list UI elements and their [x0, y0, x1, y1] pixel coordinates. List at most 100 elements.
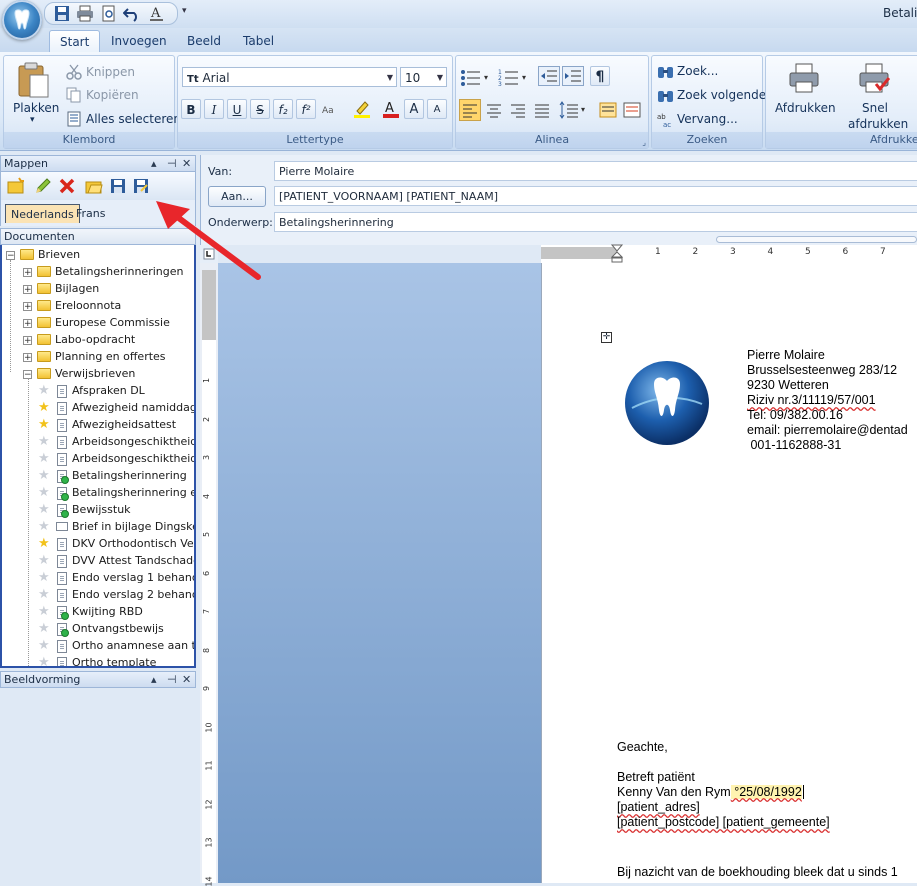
save-icon[interactable]	[53, 5, 71, 22]
select-all-button[interactable]: Alles selecteren	[86, 112, 181, 126]
decrease-indent-icon[interactable]	[538, 66, 560, 86]
favorite-star-icon[interactable]: ★	[38, 588, 50, 602]
find-next-button[interactable]: Zoek volgende	[677, 88, 766, 102]
pin-icon[interactable]: ⊣	[167, 673, 177, 686]
favorite-star-icon[interactable]: ★	[38, 469, 50, 483]
change-case-icon[interactable]: Aa	[322, 101, 340, 117]
grow-font-button[interactable]: A	[404, 99, 424, 119]
favorite-star-icon[interactable]: ★	[38, 384, 50, 398]
favorite-star-icon[interactable]: ★	[38, 486, 50, 500]
tree-document[interactable]: ★ Afwezigheidsattest	[2, 417, 194, 434]
tree-folder[interactable]: − Verwijsbrieven	[2, 366, 194, 383]
tab-frans[interactable]: Frans	[71, 204, 111, 223]
panel-menu-icon[interactable]: ▴	[151, 673, 157, 686]
paste-dropdown-icon[interactable]: ▾	[30, 115, 35, 125]
print-icon[interactable]	[76, 5, 94, 22]
tree-folder[interactable]: + Europese Commissie	[2, 315, 194, 332]
tree-folder[interactable]: + Planning en offertes	[2, 349, 194, 366]
tree-document[interactable]: ★ Betalingsherinnering	[2, 468, 194, 485]
favorite-star-icon[interactable]: ★	[38, 554, 50, 568]
tree-document[interactable]: ★ Afwezigheid namiddag	[2, 400, 194, 417]
favorite-star-icon[interactable]: ★	[38, 656, 50, 667]
numbering-icon[interactable]: 123▾	[498, 68, 530, 86]
font-color-icon[interactable]: A	[148, 5, 166, 22]
favorite-star-icon[interactable]: ★	[38, 537, 50, 551]
quick-print-label-1[interactable]: Snel	[862, 101, 888, 115]
replace-button[interactable]: Vervang...	[677, 112, 738, 126]
tree-document[interactable]: ★ Arbeidsongeschiktheid	[2, 434, 194, 451]
horizontal-scrollbar[interactable]	[716, 236, 917, 243]
tree-folder[interactable]: + Ereloonnota	[2, 298, 194, 315]
tree-folder[interactable]: + Labo-opdracht	[2, 332, 194, 349]
align-left-icon[interactable]	[459, 99, 481, 121]
delete-icon[interactable]	[58, 177, 76, 195]
tree-document[interactable]: ★ DKV Orthodontisch Verslag	[2, 536, 194, 553]
align-center-icon[interactable]	[483, 99, 505, 121]
tab-start[interactable]: Start	[49, 30, 101, 53]
bullets-icon[interactable]: ▾	[460, 68, 492, 86]
favorite-star-icon[interactable]: ★	[38, 418, 50, 432]
tree-expander-icon[interactable]: +	[23, 353, 32, 363]
favorite-star-icon[interactable]: ★	[38, 520, 50, 534]
tree-document[interactable]: ★ Arbeidsongeschiktheid DL	[2, 451, 194, 468]
tree-document[interactable]: ★ Brief in bijlage Dingske	[2, 519, 194, 536]
print-button[interactable]: Afdrukken	[775, 101, 836, 115]
borders-icon[interactable]	[622, 99, 642, 121]
tree-expander-icon[interactable]: +	[23, 285, 32, 295]
subscript-button[interactable]: f₂	[273, 99, 293, 119]
strikethrough-button[interactable]: S	[250, 99, 270, 119]
highlight-icon[interactable]	[352, 99, 374, 119]
dialog-launcher-icon[interactable]: ⌟	[642, 138, 646, 147]
from-field[interactable]: Pierre Molaire	[274, 161, 917, 181]
quick-print-label-2[interactable]: afdrukken	[848, 117, 908, 131]
application-menu-button[interactable]	[2, 0, 42, 40]
tab-tabel[interactable]: Tabel	[233, 30, 284, 52]
table-move-handle[interactable]: ✛	[601, 332, 612, 343]
close-icon[interactable]: ✕	[182, 673, 191, 686]
tree-document[interactable]: ★ Ortho template	[2, 655, 194, 667]
tree-expander-icon[interactable]: +	[23, 268, 32, 278]
undo-icon[interactable]	[123, 5, 141, 22]
shading-icon[interactable]	[598, 99, 618, 121]
favorite-star-icon[interactable]: ★	[38, 571, 50, 585]
justify-icon[interactable]	[531, 99, 553, 121]
find-button[interactable]: Zoek...	[677, 64, 718, 78]
tree-document[interactable]: ★ Endo verslag 1 behandelin	[2, 570, 194, 587]
shrink-font-button[interactable]: A	[427, 99, 447, 119]
paste-button-label[interactable]: Plakken	[13, 101, 59, 115]
to-field[interactable]: [PATIENT_VOORNAAM] [PATIENT_NAAM]	[274, 186, 917, 206]
open-folder-icon[interactable]	[85, 177, 103, 195]
cut-button[interactable]: Knippen	[86, 65, 135, 79]
tab-beeld[interactable]: Beeld	[177, 30, 231, 52]
tree-document[interactable]: ★ Endo verslag 2 behandelin	[2, 587, 194, 604]
favorite-star-icon[interactable]: ★	[38, 503, 50, 517]
edit-icon[interactable]	[34, 177, 52, 195]
font-family-combo[interactable]: Tt Arial ▼	[182, 67, 397, 87]
favorite-star-icon[interactable]: ★	[38, 452, 50, 466]
show-paragraph-marks-button[interactable]: ¶	[590, 66, 610, 86]
tree-document[interactable]: ★ Afspraken DL	[2, 383, 194, 400]
print-preview-icon[interactable]	[100, 5, 118, 22]
paste-icon[interactable]	[16, 61, 50, 99]
favorite-star-icon[interactable]: ★	[38, 401, 50, 415]
favorite-star-icon[interactable]: ★	[38, 639, 50, 653]
tree-document[interactable]: ★ Ontvangstbewijs	[2, 621, 194, 638]
favorite-star-icon[interactable]: ★	[38, 605, 50, 619]
font-size-combo[interactable]: 10 ▼	[400, 67, 447, 87]
tree-document[interactable]: ★ Betalingsherinnering egetu	[2, 485, 194, 502]
save-as-icon[interactable]	[132, 177, 150, 195]
tab-invoegen[interactable]: Invoegen	[101, 30, 177, 52]
quick-access-dropdown[interactable]: ▾	[182, 6, 187, 16]
line-spacing-icon[interactable]: ▾	[558, 99, 590, 121]
tab-nederlands[interactable]: Nederlands	[5, 204, 80, 223]
close-icon[interactable]: ✕	[182, 157, 191, 170]
increase-indent-icon[interactable]	[562, 66, 584, 86]
superscript-button[interactable]: f²	[296, 99, 316, 119]
tree-expander-icon[interactable]: +	[23, 319, 32, 329]
copy-button[interactable]: Kopiëren	[86, 88, 139, 102]
tree-document[interactable]: ★ Bewijsstuk	[2, 502, 194, 519]
tree-expander-icon[interactable]: −	[6, 251, 15, 261]
bold-button[interactable]: B	[181, 99, 201, 119]
tree-document[interactable]: ★ Ortho anamnese aan tand	[2, 638, 194, 655]
tree-document[interactable]: ★ Kwijting RBD	[2, 604, 194, 621]
